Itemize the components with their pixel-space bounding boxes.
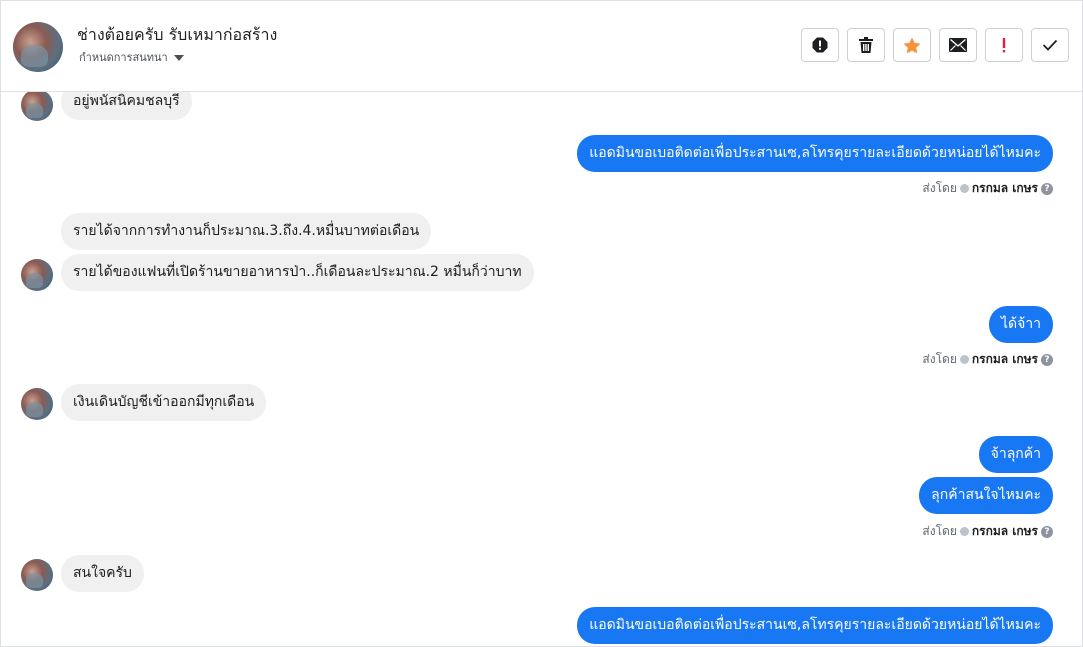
caret-down-icon [173, 54, 184, 61]
important-icon [1002, 38, 1006, 53]
outgoing-message[interactable]: แอดมินขอเบอติดต่อเพื่อประสานเซ,ลโทรคุยรา… [577, 607, 1053, 644]
outgoing-message[interactable]: ลุกค้าสนใจไหมคะ [919, 477, 1053, 514]
message-list: อยู่พนัสนิคมชลบุรี แอดมินขอเบอติดต่อเพื่… [1, 83, 1082, 646]
star-button[interactable] [893, 28, 931, 62]
sent-by-prefix: ส่งโดย [922, 352, 957, 366]
sent-by-prefix: ส่งโดย [922, 524, 957, 538]
sent-by-label: ส่งโดย กรกมล เกษร ? [922, 179, 1053, 198]
star-icon [903, 37, 921, 53]
check-icon [1042, 39, 1058, 51]
incoming-message[interactable]: เงินเดินบัญชีเข้าออกมีทุกเดือน [61, 384, 267, 421]
spam-icon [812, 37, 828, 53]
sent-by-prefix: ส่งโดย [922, 181, 957, 195]
outgoing-message[interactable]: ได้จ้าา [988, 306, 1053, 343]
sent-by-name[interactable]: กรกมล เกษร [972, 179, 1038, 198]
help-icon[interactable]: ? [1041, 525, 1053, 538]
contact-avatar[interactable] [13, 22, 63, 72]
incoming-message[interactable]: รายได้ของแฟนที่เปิดร้านขายอาหารป่า..ก็เด… [61, 254, 534, 291]
sender-avatar [21, 559, 53, 591]
trash-icon [859, 37, 873, 53]
schedule-dropdown[interactable]: กำหนดการสนทนา [79, 48, 184, 66]
page-badge-icon [959, 527, 969, 536]
incoming-message[interactable]: รายได้จากการทำงานก็ประมาณ.3.ถึง.4.หมื่นบ… [61, 213, 432, 250]
mark-done-button[interactable] [1031, 28, 1069, 62]
page-badge-icon [959, 355, 969, 364]
mark-unread-button[interactable] [939, 28, 977, 62]
outgoing-message[interactable]: แอดมินขอเบอติดต่อเพื่อประสานเซ,ลโทรคุยรา… [577, 135, 1053, 172]
conversation-toolbar [801, 28, 1069, 62]
schedule-label: กำหนดการสนทนา [79, 51, 168, 64]
sent-by-label: ส่งโดย กรกมล เกษร ? [922, 350, 1053, 369]
sender-avatar [21, 89, 53, 121]
contact-name[interactable]: ช่างต้อยครับ รับเหมาก่อสร้าง [77, 23, 277, 48]
sent-by-name[interactable]: กรกมล เกษร [972, 522, 1038, 541]
sent-by-label: ส่งโดย กรกมล เกษร ? [922, 522, 1053, 541]
important-button[interactable] [985, 28, 1023, 62]
conversation-header: ช่างต้อยครับ รับเหมาก่อสร้าง กำหนดการสนท… [1, 1, 1082, 92]
help-icon[interactable]: ? [1041, 182, 1053, 195]
sender-avatar [21, 259, 53, 291]
sent-by-name[interactable]: กรกมล เกษร [972, 350, 1038, 369]
outgoing-message[interactable]: จ้าลุกค้า [978, 436, 1053, 473]
incoming-message[interactable]: สนใจครับ [61, 555, 144, 592]
sender-avatar [21, 388, 53, 420]
delete-button[interactable] [847, 28, 885, 62]
conversation-panel: ช่างต้อยครับ รับเหมาก่อสร้าง กำหนดการสนท… [0, 0, 1083, 647]
help-icon[interactable]: ? [1041, 353, 1053, 366]
mail-icon [949, 38, 967, 52]
spam-button[interactable] [801, 28, 839, 62]
page-badge-icon [959, 184, 969, 193]
